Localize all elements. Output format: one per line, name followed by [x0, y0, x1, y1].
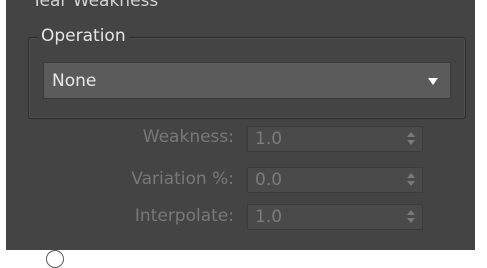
weakness-spinner[interactable]: 1.0 — [247, 126, 423, 152]
spin-down-icon[interactable] — [407, 181, 415, 186]
variation-value: 0.0 — [255, 170, 283, 190]
variation-label: Variation %: — [131, 169, 234, 189]
operation-dropdown[interactable]: None — [43, 62, 451, 99]
spin-up-icon[interactable] — [407, 210, 415, 215]
spin-down-icon[interactable] — [407, 218, 415, 223]
variation-spinner[interactable]: 0.0 — [247, 167, 423, 193]
rollout-title[interactable]: Tear Weakness — [32, 0, 158, 11]
spinner-arrows-icon[interactable] — [407, 210, 415, 224]
next-rollout-toggle-icon[interactable] — [46, 250, 64, 268]
interpolate-label: Interpolate: — [134, 206, 234, 226]
operation-dropdown-value: None — [52, 71, 97, 91]
chevron-down-icon — [428, 78, 438, 85]
spin-down-icon[interactable] — [407, 140, 415, 145]
operation-group-label: Operation — [38, 25, 129, 47]
spinner-arrows-icon[interactable] — [407, 132, 415, 146]
spinner-arrows-icon[interactable] — [407, 173, 415, 187]
interpolate-value: 1.0 — [255, 207, 283, 227]
interpolate-spinner[interactable]: 1.0 — [247, 204, 423, 230]
weakness-value: 1.0 — [255, 129, 283, 149]
spin-up-icon[interactable] — [407, 132, 415, 137]
spin-up-icon[interactable] — [407, 173, 415, 178]
weakness-label: Weakness: — [142, 127, 234, 147]
rollout-panel: Tear Weakness Operation None Weakness: 1… — [6, 0, 475, 250]
